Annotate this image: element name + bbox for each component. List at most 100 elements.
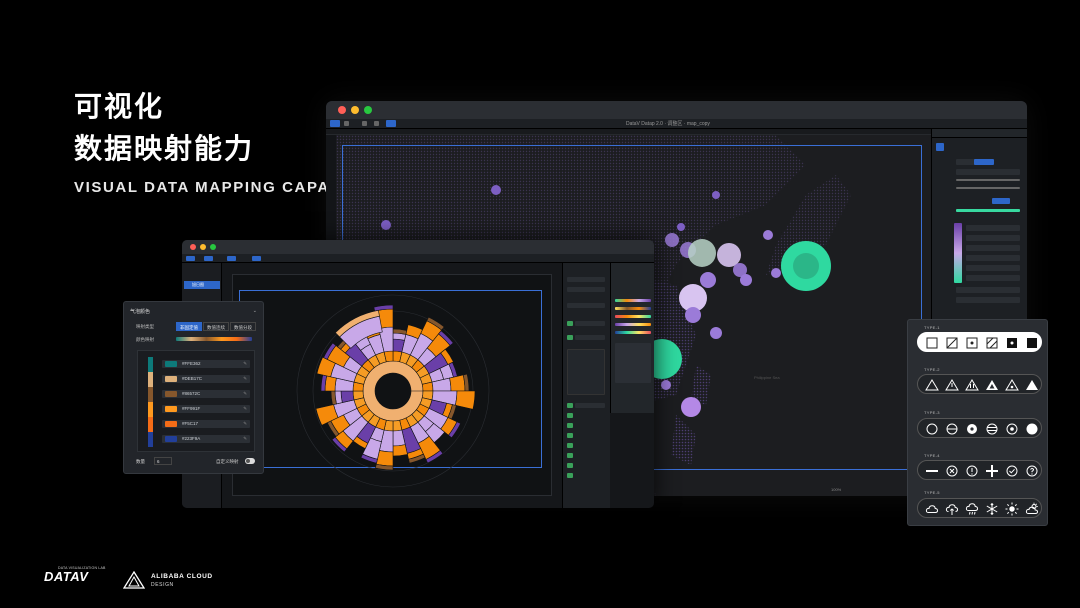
palette-row[interactable] (615, 307, 651, 310)
toolbar-icon[interactable] (362, 121, 367, 126)
config-field[interactable] (575, 403, 605, 408)
config-field[interactable] (567, 287, 605, 292)
tab-continuous[interactable]: 数值连续 (203, 322, 229, 331)
edit-icon[interactable]: ✎ (243, 435, 247, 443)
color-row[interactable]: #F5C17 ✎ (162, 420, 250, 428)
toolbar-button[interactable] (330, 120, 340, 127)
triangle-filled-outline-icon[interactable] (984, 377, 1000, 393)
custom-mapping-toggle[interactable] (245, 458, 255, 464)
toolbar-button[interactable] (386, 120, 396, 127)
cloud-icon[interactable] (924, 501, 940, 517)
palette-row[interactable] (615, 331, 651, 334)
config-field[interactable] (575, 321, 605, 326)
sidebar-field[interactable] (956, 169, 1020, 175)
minus-icon[interactable] (924, 463, 940, 479)
tab-segmented[interactable]: 数值分段 (230, 322, 256, 331)
config-color-chip[interactable] (567, 423, 573, 428)
edit-icon[interactable]: ✎ (243, 360, 247, 368)
circle-question-icon[interactable] (1024, 463, 1040, 479)
cloud-sun-icon[interactable] (1024, 501, 1040, 517)
sun-icon[interactable] (1004, 501, 1020, 517)
sidebar-icon[interactable] (936, 143, 944, 151)
sidebar-field[interactable] (956, 297, 1020, 303)
config-color-chip[interactable] (567, 321, 573, 326)
circle-x-icon[interactable] (944, 463, 960, 479)
snowflake-icon[interactable] (984, 501, 1000, 517)
color-row[interactable]: #223F9A ✎ (162, 435, 250, 443)
sidebar-slider[interactable] (956, 187, 1020, 189)
triangle-dot-icon[interactable] (1004, 377, 1020, 393)
circle-dot-icon[interactable] (964, 421, 980, 437)
config-color-chip[interactable] (567, 463, 573, 468)
palette-row[interactable] (615, 299, 651, 302)
minimize-window-button[interactable] (200, 244, 206, 250)
sidebar-tabs[interactable] (932, 129, 1027, 138)
config-field[interactable] (567, 277, 605, 282)
sidebar-field[interactable] (956, 287, 1020, 293)
toolbar-button[interactable] (227, 256, 236, 261)
color-row[interactable]: #FFE362 ✎ (162, 360, 250, 368)
sidebar-toggle[interactable] (974, 159, 994, 165)
toolbar-button[interactable] (204, 256, 213, 261)
color-swatch[interactable] (165, 421, 177, 427)
color-row[interactable]: #DEB17C ✎ (162, 375, 250, 383)
square-filled-dot-icon[interactable] (1004, 335, 1020, 351)
sidebar-color-row[interactable] (966, 225, 1020, 231)
square-slash-icon[interactable] (944, 335, 960, 351)
sidebar-color-row[interactable] (966, 255, 1020, 261)
minimize-window-button[interactable] (351, 106, 359, 114)
toolbar-icon[interactable] (374, 121, 379, 126)
color-gradient-bar[interactable] (176, 337, 252, 341)
color-swatch[interactable] (165, 376, 177, 382)
triangle-alert-icon[interactable] (944, 377, 960, 393)
sunburst-canvas[interactable] (232, 274, 552, 496)
config-color-chip[interactable] (567, 473, 573, 478)
triangle-filled-icon[interactable] (1024, 377, 1040, 393)
sidebar-slider[interactable] (956, 179, 1020, 181)
color-row[interactable]: #FF991F ✎ (162, 405, 250, 413)
triangle-alert-bold-icon[interactable] (964, 377, 980, 393)
layer-item[interactable]: 旭日图 (184, 281, 220, 289)
edit-icon[interactable]: ✎ (243, 390, 247, 398)
color-swatch[interactable] (165, 436, 177, 442)
palette-row[interactable] (615, 315, 651, 318)
config-color-chip[interactable] (567, 443, 573, 448)
cloud-rain-icon[interactable] (964, 501, 980, 517)
toolbar-icon[interactable] (344, 121, 349, 126)
plus-icon[interactable] (984, 463, 1000, 479)
config-color-chip[interactable] (567, 403, 573, 408)
maximize-window-button[interactable] (210, 244, 216, 250)
square-hatch-icon[interactable] (984, 335, 1000, 351)
close-window-button[interactable] (338, 106, 346, 114)
sidebar-color-row[interactable] (966, 245, 1020, 251)
edit-icon[interactable]: ✎ (243, 375, 247, 383)
square-filled-icon[interactable] (1024, 335, 1040, 351)
sidebar-color-row[interactable] (966, 275, 1020, 281)
sidebar-color-row[interactable] (966, 265, 1020, 271)
circle-check-icon[interactable] (1004, 463, 1020, 479)
color-swatch[interactable] (165, 391, 177, 397)
edit-icon[interactable]: ✎ (243, 405, 247, 413)
maximize-window-button[interactable] (364, 106, 372, 114)
config-field[interactable] (575, 335, 605, 340)
color-row[interactable]: #86572C ✎ (162, 390, 250, 398)
config-color-chip[interactable] (567, 433, 573, 438)
circle-exclaim-icon[interactable] (964, 463, 980, 479)
config-color-chip[interactable] (567, 413, 573, 418)
circle-outline-icon[interactable] (924, 421, 940, 437)
toolbar-button[interactable] (186, 256, 195, 261)
config-color-chip[interactable] (567, 453, 573, 458)
square-dot-icon[interactable] (964, 335, 980, 351)
palette-row[interactable] (615, 323, 651, 326)
chevron-down-icon[interactable]: ⌄ (253, 308, 257, 314)
sidebar-color-row[interactable] (966, 235, 1020, 241)
sidebar-tab-active[interactable] (992, 198, 1010, 204)
color-swatch[interactable] (165, 361, 177, 367)
color-swatch[interactable] (165, 406, 177, 412)
close-window-button[interactable] (190, 244, 196, 250)
edit-icon[interactable]: ✎ (243, 420, 247, 428)
triangle-outline-icon[interactable] (924, 377, 940, 393)
config-color-chip[interactable] (567, 335, 573, 340)
circle-minus-line-icon[interactable] (944, 421, 960, 437)
cloud-upload-icon[interactable] (944, 501, 960, 517)
